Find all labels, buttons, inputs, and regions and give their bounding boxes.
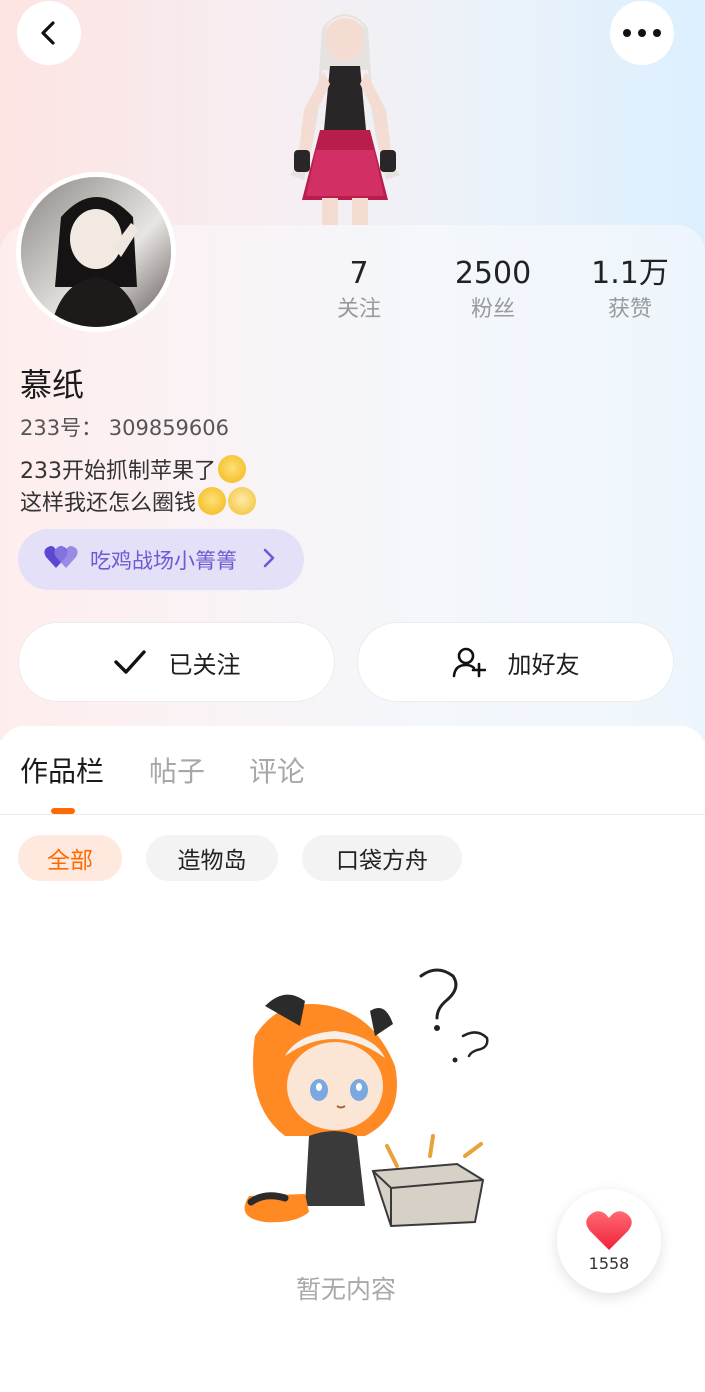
chevron-right-icon: [262, 547, 276, 574]
floating-like-button[interactable]: 1558: [557, 1189, 661, 1293]
chevron-left-icon: [41, 21, 55, 45]
active-tab-indicator: [51, 808, 75, 814]
stat-following[interactable]: 7 关注: [299, 256, 419, 328]
user-id[interactable]: 233号： 309859606: [20, 412, 229, 442]
game-tag-label: 吃鸡战场小箐箐: [90, 548, 237, 573]
filter-chip-all[interactable]: 全部: [18, 835, 122, 881]
add-friend-label: 加好友: [507, 650, 580, 679]
filter-chip-creation-island[interactable]: 造物岛: [146, 835, 278, 881]
stat-fans[interactable]: 2500 粉丝: [433, 256, 553, 328]
check-icon: [113, 649, 147, 675]
bio-line-1: 233开始抓制苹果了: [20, 459, 216, 484]
more-horizontal-icon: [623, 29, 661, 37]
stat-fans-label: 粉丝: [470, 297, 515, 322]
like-count: 1558: [588, 1253, 630, 1273]
avatar[interactable]: [16, 172, 176, 332]
heart-icon: [586, 1210, 632, 1250]
game-tag-pill[interactable]: 吃鸡战场小箐箐: [18, 529, 304, 590]
add-user-icon: [452, 646, 486, 678]
filter-chip-pocket-ark[interactable]: 口袋方舟: [302, 835, 462, 881]
stat-likes[interactable]: 1.1万 获赞: [570, 256, 690, 328]
nickname: 慕纸: [20, 366, 85, 404]
avatar-image: [21, 177, 171, 327]
profile-page: 7 关注 2500 粉丝 1.1万 获赞 慕纸 233号： 309859606 …: [0, 0, 705, 1392]
tab-works[interactable]: 作品栏: [20, 750, 104, 790]
bio: 233开始抓制苹果了 这样我还怎么圈钱: [20, 455, 257, 519]
stat-fans-value: 2500: [454, 256, 532, 291]
character-3d-avatar: [290, 14, 400, 225]
tab-posts[interactable]: 帖子: [149, 750, 205, 790]
pleading-face-emoji-icon: [228, 487, 257, 515]
profile-tabs: 作品栏 帖子 评论: [0, 726, 705, 815]
stat-likes-value: 1.1万: [591, 256, 669, 291]
followed-label: 已关注: [168, 650, 241, 679]
stat-following-label: 关注: [336, 297, 381, 322]
empty-state-illustration: [244, 968, 489, 1228]
stat-following-value: 7: [349, 256, 369, 291]
bio-line-2: 这样我还怎么圈钱: [20, 491, 197, 516]
tab-comments[interactable]: 评论: [249, 750, 305, 790]
double-heart-icon: [44, 544, 78, 575]
more-button[interactable]: [610, 1, 674, 65]
hugging-face-emoji-icon: [198, 487, 227, 515]
followed-button[interactable]: 已关注: [18, 622, 335, 702]
stat-likes-label: 获赞: [607, 297, 652, 322]
back-button[interactable]: [17, 1, 81, 65]
add-friend-button[interactable]: 加好友: [357, 622, 674, 702]
hugging-face-emoji-icon: [218, 455, 246, 483]
